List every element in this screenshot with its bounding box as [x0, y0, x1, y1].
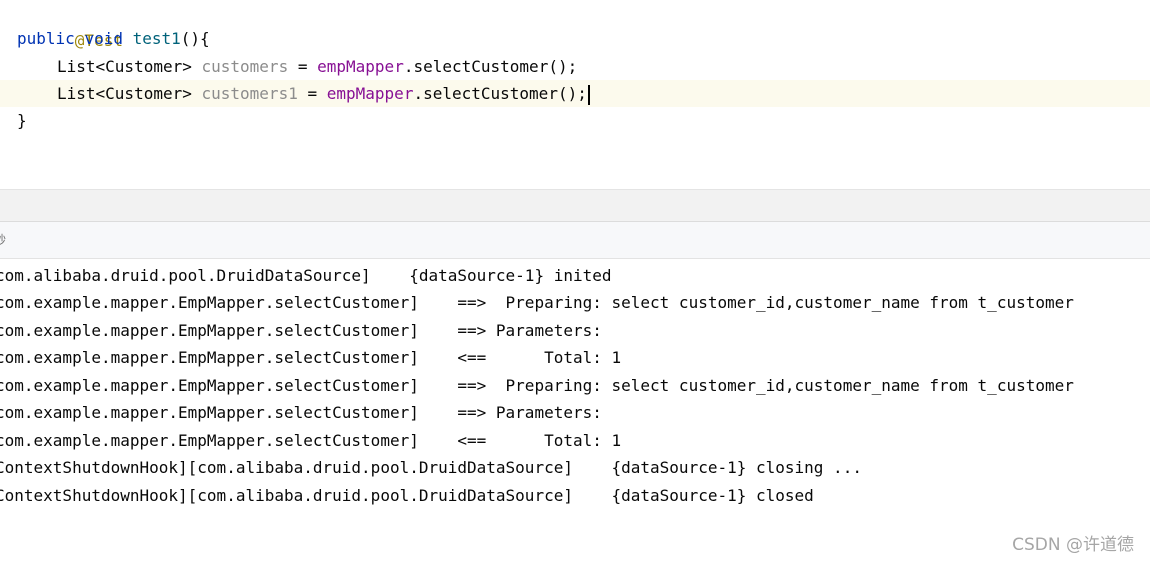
variable-customers: customers	[201, 57, 289, 76]
type-list-customer: List<Customer>	[57, 84, 192, 103]
field-empmapper: empMapper	[317, 57, 404, 76]
log-line: com.example.mapper.EmpMapper.selectCusto…	[0, 293, 1074, 312]
code-line-2[interactable]: public void test1(){	[0, 25, 1150, 52]
console-output[interactable]: com.alibaba.druid.pool.DruidDataSource] …	[0, 260, 1150, 563]
log-line: com.example.mapper.EmpMapper.selectCusto…	[0, 403, 612, 422]
keyword-public: public	[17, 29, 75, 48]
log-line: ContextShutdownHook][com.alibaba.druid.p…	[0, 458, 862, 477]
console-header-label: 秒	[0, 233, 7, 247]
code-line-3[interactable]: List<Customer> customers = empMapper.sel…	[0, 53, 1150, 80]
code-editor[interactable]: @Test public void test1(){ List<Customer…	[0, 0, 1150, 189]
code-line-1[interactable]: @Test	[0, 0, 1150, 50]
closing-brace: }	[17, 111, 27, 130]
log-line: com.example.mapper.EmpMapper.selectCusto…	[0, 321, 612, 340]
method-name: test1	[132, 29, 181, 48]
assign-operator: =	[307, 84, 318, 103]
field-empmapper: empMapper	[326, 84, 414, 103]
code-line-5[interactable]: }	[0, 107, 1150, 134]
tool-window-toolbar	[0, 189, 1150, 222]
method-call: .selectCustomer();	[413, 84, 587, 103]
code-line-4-current[interactable]: List<Customer> customers1 = empMapper.se…	[0, 80, 1150, 107]
console-header: 秒	[0, 222, 1150, 259]
method-call: .selectCustomer();	[403, 57, 578, 76]
method-open-punct: (){	[180, 29, 210, 48]
variable-customers1: customers1	[201, 84, 298, 103]
type-list-customer: List<Customer>	[57, 57, 192, 76]
log-line: ContextShutdownHook][com.alibaba.druid.p…	[0, 486, 814, 505]
csdn-watermark: CSDN @许道德	[1012, 535, 1134, 555]
log-line: com.example.mapper.EmpMapper.selectCusto…	[0, 376, 1074, 395]
log-line: com.alibaba.druid.pool.DruidDataSource] …	[0, 266, 612, 285]
log-line: com.example.mapper.EmpMapper.selectCusto…	[0, 348, 622, 367]
keyword-void: void	[84, 29, 123, 48]
text-caret	[587, 84, 590, 105]
log-line: com.example.mapper.EmpMapper.selectCusto…	[0, 431, 622, 450]
assign-operator: =	[297, 57, 308, 76]
